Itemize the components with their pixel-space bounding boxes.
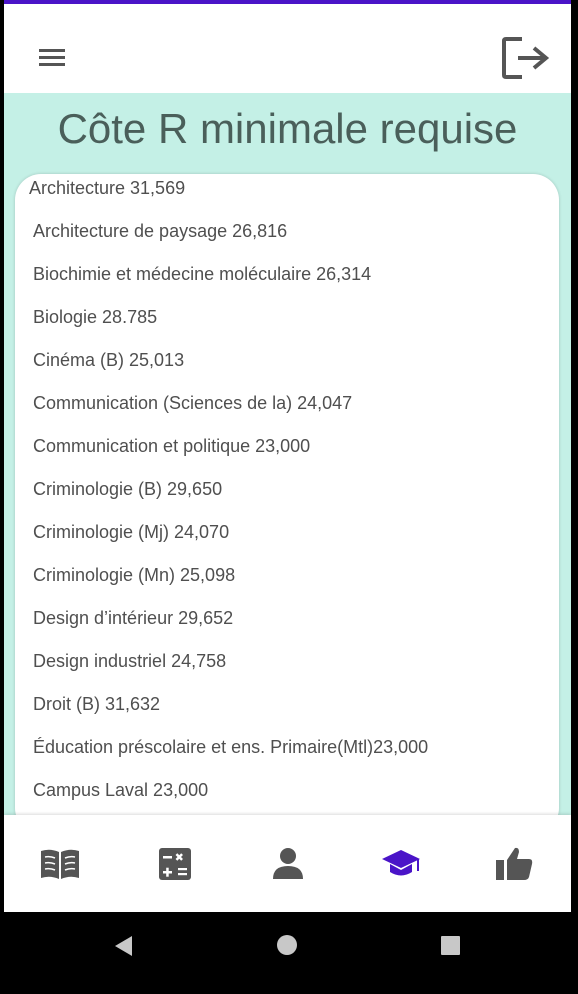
nav-book-button[interactable] xyxy=(39,845,81,883)
home-icon xyxy=(277,935,297,955)
app-bar xyxy=(4,4,571,93)
list-item[interactable]: Communication et politique 23,000 xyxy=(33,434,310,458)
hamburger-menu-icon xyxy=(39,49,65,66)
nav-profile-button[interactable] xyxy=(267,845,309,883)
menu-button[interactable] xyxy=(36,42,68,74)
bottom-navigation xyxy=(4,815,571,912)
list-item[interactable]: Droit (B) 31,632 xyxy=(33,692,160,716)
list-item[interactable]: Design industriel 24,758 xyxy=(33,649,226,673)
system-recents-button[interactable] xyxy=(440,935,461,961)
book-icon xyxy=(41,849,79,879)
list-item[interactable]: Biochimie et médecine moléculaire 26,314 xyxy=(33,262,371,286)
list-item[interactable]: Criminologie (Mn) 25,098 xyxy=(33,563,235,587)
person-icon xyxy=(273,848,303,879)
nav-calculator-button[interactable] xyxy=(154,845,196,883)
list-item[interactable]: Éducation préscolaire et ens. Primaire(M… xyxy=(33,735,428,759)
thumbs-up-icon xyxy=(496,847,533,880)
recents-icon xyxy=(441,936,460,955)
list-item[interactable]: Architecture 31,569 xyxy=(29,176,185,200)
app-screen: Côte R minimale requise Architecture 31,… xyxy=(4,0,571,912)
list-item[interactable]: Communication (Sciences de la) 24,047 xyxy=(33,391,352,415)
system-home-button[interactable] xyxy=(276,934,298,961)
back-icon xyxy=(115,936,132,956)
logout-button[interactable] xyxy=(500,35,552,81)
system-back-button[interactable] xyxy=(112,934,136,963)
nav-university-button[interactable] xyxy=(380,845,422,883)
graduation-cap-icon xyxy=(382,850,420,876)
content-area: Côte R minimale requise Architecture 31,… xyxy=(4,93,571,834)
nav-recommend-button[interactable] xyxy=(494,845,536,883)
list-item[interactable]: Campus Laval 23,000 xyxy=(33,778,208,802)
list-item[interactable]: Cinéma (B) 25,013 xyxy=(33,348,184,372)
list-item[interactable]: Criminologie (B) 29,650 xyxy=(33,477,222,501)
list-item[interactable]: Architecture de paysage 26,816 xyxy=(33,219,287,243)
list-item[interactable]: Design d’intérieur 29,652 xyxy=(33,606,233,630)
list-item[interactable]: Biologie 28.785 xyxy=(33,305,157,329)
system-navigation-bar xyxy=(0,912,578,994)
logout-icon xyxy=(502,37,550,79)
page-title: Côte R minimale requise xyxy=(57,105,518,152)
list-item[interactable]: Criminologie (Mj) 24,070 xyxy=(33,520,229,544)
calculator-icon xyxy=(159,848,191,880)
program-list-card[interactable]: Architecture 31,569 Architecture de pays… xyxy=(15,174,559,834)
